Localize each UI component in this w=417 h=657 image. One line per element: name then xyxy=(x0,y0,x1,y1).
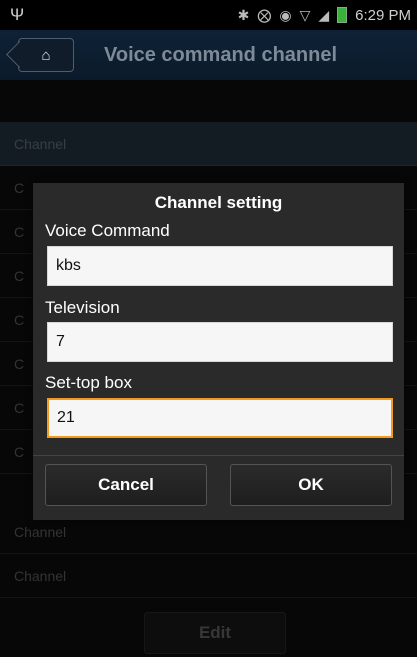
home-button[interactable]: ⌂ xyxy=(18,38,74,72)
ok-button[interactable]: OK xyxy=(230,464,392,506)
television-input[interactable]: 7 xyxy=(47,322,393,362)
bluetooth-icon: ✱ xyxy=(237,6,250,23)
voice-command-label: Voice Command xyxy=(45,221,170,240)
channel-setting-dialog: Channel setting Voice Command kbs Televi… xyxy=(33,183,404,520)
set-top-box-input[interactable]: 21 xyxy=(47,398,393,438)
dialog-divider xyxy=(33,455,404,456)
home-icon: ⌂ xyxy=(41,46,51,64)
alarm-icon: ◉ xyxy=(279,6,292,23)
set-top-box-label: Set-top box xyxy=(45,373,132,392)
television-label: Television xyxy=(45,298,120,317)
page-title: Voice command channel xyxy=(104,43,338,66)
dialog-title: Channel setting xyxy=(154,193,283,212)
cancel-button[interactable]: Cancel xyxy=(45,464,207,506)
status-icons: ✱ ⨂ ◉ ▽ ◢ 6:29 PM xyxy=(238,7,411,24)
battery-icon xyxy=(337,7,348,23)
signal-icon: ◢ xyxy=(318,6,330,23)
wifi-icon: ▽ xyxy=(299,6,311,23)
voice-command-input[interactable]: kbs xyxy=(47,246,393,286)
title-bar: ⌂ Voice command channel xyxy=(0,30,417,80)
usb-icon: Ψ xyxy=(10,5,25,24)
status-bar: Ψ ✱ ⨂ ◉ ▽ ◢ 6:29 PM xyxy=(0,0,417,30)
muted-icon: ⨂ xyxy=(257,6,272,23)
status-time: 6:29 PM xyxy=(355,6,411,24)
